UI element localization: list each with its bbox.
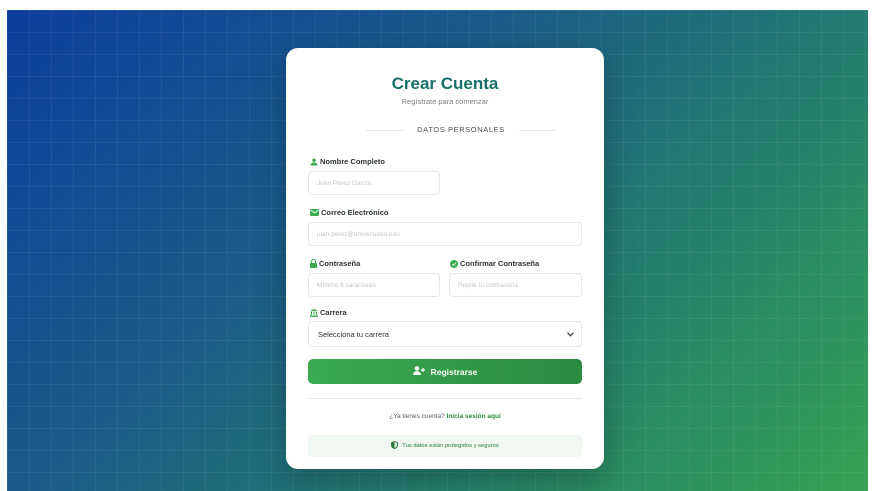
register-card: Crear Cuenta Regístrate para comenzar DA… [286, 48, 604, 469]
login-link[interactable]: Inicia sesión aquí [447, 413, 501, 420]
confirm-password-input[interactable] [449, 273, 582, 297]
name-label-text: Nombre Completo [320, 157, 386, 166]
name-label: Nombre Completo [310, 157, 385, 166]
page-title: Crear Cuenta [391, 74, 499, 93]
user-icon [310, 158, 318, 166]
confirm-label-text: Confirmar Contraseña [460, 259, 540, 268]
name-input[interactable] [308, 171, 440, 195]
email-input[interactable] [308, 222, 582, 246]
email-label: Correo Electrónico [310, 208, 389, 217]
divider [308, 398, 582, 399]
register-button-label: Registrarse [430, 366, 478, 377]
check-circle-icon [450, 259, 458, 268]
section-divider-right [519, 130, 556, 131]
login-prompt: ¿Ya tienes cuenta? Inicia sesión aquí [286, 413, 604, 420]
lock-icon [310, 259, 317, 268]
career-label-text: Carrera [320, 308, 347, 317]
password-label-text: Contraseña [319, 259, 361, 268]
password-input[interactable] [308, 273, 440, 297]
page-background: Crear Cuenta Regístrate para comenzar DA… [7, 10, 868, 491]
chevron-down-icon [567, 330, 574, 339]
security-notice-text: Tus datos están protegidos y seguros [402, 443, 499, 449]
university-icon [310, 308, 318, 317]
email-label-text: Correo Electrónico [321, 208, 389, 217]
page-subtitle: Regístrate para comenzar [401, 97, 489, 106]
envelope-icon [310, 209, 319, 216]
confirm-label: Confirmar Contraseña [450, 259, 539, 268]
career-select-value: Selecciona tu carrera [318, 329, 389, 339]
shield-icon [391, 441, 399, 451]
user-plus-icon [412, 366, 425, 377]
security-notice: Tus datos están protegidos y seguros [308, 435, 582, 457]
career-select[interactable]: Selecciona tu carrera [308, 321, 582, 347]
password-label: Contraseña [310, 259, 360, 268]
career-label: Carrera [310, 308, 347, 317]
register-button[interactable]: Registrarse [308, 359, 582, 384]
login-prompt-text: ¿Ya tienes cuenta? [389, 413, 445, 420]
section-header: DATOS PERSONALES [366, 124, 556, 136]
